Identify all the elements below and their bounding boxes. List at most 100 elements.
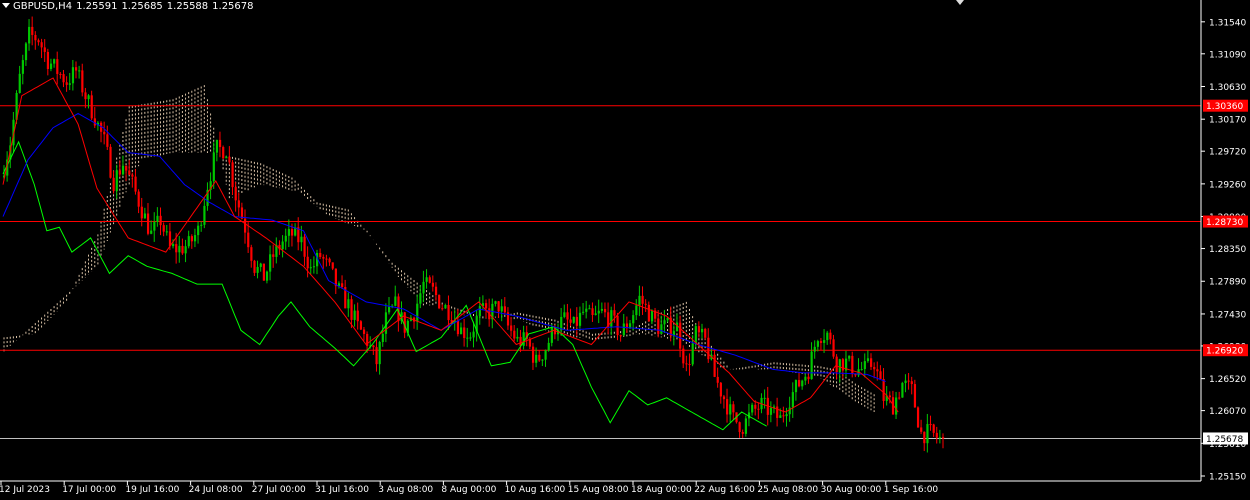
bear-candle (128, 170, 131, 175)
bull-candle (769, 407, 773, 415)
price-tick-label: 1.30170 (1209, 116, 1246, 126)
bull-candle (212, 152, 215, 182)
bear-candle (916, 407, 920, 428)
bull-candle (610, 310, 613, 327)
bear-candle (356, 310, 359, 322)
chart-menu-arrow-icon[interactable] (2, 3, 10, 8)
bear-candle (359, 321, 363, 330)
bear-candle (873, 366, 876, 370)
time-tick-label: 30 Aug 00:00 (821, 485, 882, 495)
bear-candle (807, 376, 810, 380)
bull-candle (466, 337, 469, 339)
price-tick-label: 1.28350 (1209, 245, 1246, 255)
bear-candle (510, 325, 513, 331)
bull-candle (691, 343, 694, 365)
level-price-label: 1.30360 (1206, 102, 1243, 112)
bear-candle (234, 187, 237, 201)
bear-candle (334, 268, 337, 287)
bull-candle (193, 235, 197, 242)
bear-candle (65, 82, 68, 85)
bull-candle (300, 236, 303, 243)
bid-price-label: 1.25678 (1206, 435, 1243, 445)
bear-candle (43, 47, 46, 52)
bear-candle (463, 327, 466, 338)
bear-candle (328, 258, 331, 263)
bull-candle (419, 293, 422, 304)
bear-candle (447, 305, 450, 321)
bear-candle (431, 282, 435, 287)
bear-candle (322, 256, 325, 259)
time-tick-label: 17 Jul 00:00 (62, 485, 116, 495)
bull-candle (256, 266, 259, 273)
bull-candle (143, 213, 147, 219)
bear-candle (613, 310, 616, 316)
bear-candle (56, 59, 59, 74)
time-tick-label: 8 Aug 00:00 (441, 485, 496, 495)
bear-candle (441, 308, 444, 310)
time-tick-label: 25 Aug 08:00 (757, 485, 818, 495)
bull-candle (115, 170, 118, 191)
bull-candle (547, 342, 550, 351)
bear-candle (513, 330, 516, 339)
bull-candle (156, 215, 159, 222)
bear-candle (140, 206, 143, 219)
bull-candle (522, 332, 525, 346)
bear-candle (704, 328, 707, 338)
price-tick-label: 1.30630 (1209, 83, 1246, 93)
shift-marker-icon[interactable] (956, 0, 964, 5)
bear-candle (707, 337, 710, 360)
bear-candle (531, 346, 535, 363)
bear-candle (218, 139, 222, 148)
level-price-label: 1.26920 (1206, 347, 1243, 357)
time-tick-label: 1 Sep 16:00 (884, 485, 939, 495)
bear-candle (137, 191, 140, 207)
bear-candle (237, 200, 240, 208)
bull-candle (826, 332, 829, 341)
bear-candle (253, 260, 256, 273)
bull-candle (660, 324, 663, 334)
bull-candle (87, 95, 90, 100)
low-price: 1.25588 (166, 1, 209, 12)
bull-candle (381, 333, 384, 342)
bull-candle (563, 312, 566, 317)
bear-candle (272, 254, 275, 257)
bear-candle (776, 406, 779, 418)
bear-candle (428, 277, 431, 283)
bull-candle (284, 235, 287, 242)
chart-area[interactable]: 1.31540 1.31090 1.30630 1.30170 1.29720 1.292… (0, 0, 1250, 500)
high-price: 1.25685 (121, 1, 163, 12)
bear-candle (59, 73, 62, 75)
bear-candle (932, 424, 935, 433)
bull-candle (926, 424, 929, 444)
bull-candle (866, 358, 870, 362)
bear-candle (250, 247, 253, 261)
bear-candle (503, 306, 506, 313)
bear-candle (732, 404, 735, 413)
bull-candle (638, 295, 641, 306)
bear-candle (74, 67, 78, 71)
bear-candle (876, 369, 879, 372)
bear-candle (644, 303, 647, 305)
bear-candle (716, 376, 719, 383)
plot-background (0, 0, 1201, 481)
bull-candle (21, 60, 24, 74)
bull-candle (544, 350, 547, 360)
bear-candle (688, 364, 691, 366)
price-chart[interactable]: 1.31540 1.31090 1.30630 1.30170 1.29720 1.292… (0, 0, 1250, 500)
bear-candle (685, 363, 688, 365)
symbol-timeframe: GBPUSD,H4 (13, 1, 73, 12)
bear-candle (222, 147, 225, 159)
bear-candle (375, 347, 378, 365)
bear-candle (350, 299, 353, 320)
bull-candle (804, 376, 807, 381)
bull-candle (663, 320, 666, 325)
bull-candle (632, 315, 635, 324)
bear-candle (262, 263, 265, 281)
bull-candle (121, 165, 125, 175)
bull-candle (848, 355, 851, 359)
bull-candle (904, 380, 907, 384)
bear-candle (882, 378, 885, 401)
bear-candle (134, 176, 137, 192)
bear-candle (870, 358, 873, 367)
bull-candle (763, 397, 766, 399)
